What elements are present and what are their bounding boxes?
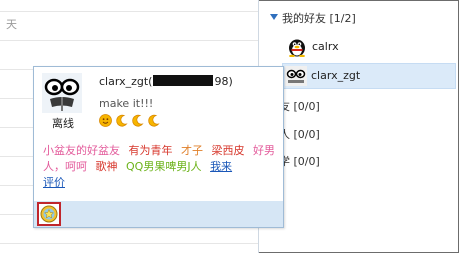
impression-tag[interactable]: QQ男果啤男J人 bbox=[126, 160, 202, 173]
eyes-avatar-icon bbox=[42, 73, 82, 113]
expand-arrow-icon[interactable] bbox=[270, 14, 278, 20]
friend-nickname: clarx_zgt( 98) bbox=[99, 75, 233, 88]
friend-name: calrx bbox=[312, 40, 339, 53]
friend-item-calrx[interactable]: calrx bbox=[284, 35, 454, 59]
penguin-avatar-icon bbox=[289, 39, 305, 57]
eyes-avatar-icon bbox=[285, 66, 307, 86]
moon-level-icon bbox=[116, 114, 128, 127]
card-footer-bar bbox=[34, 201, 283, 227]
moon-level-icon bbox=[132, 114, 144, 127]
chat-item-text[interactable]: 天 bbox=[6, 16, 17, 32]
group-my-friends[interactable]: 我的好友 [1/2] bbox=[282, 10, 356, 26]
nickname-prefix: clarx_zgt( bbox=[99, 75, 153, 88]
sun-level-icon bbox=[99, 114, 112, 127]
friend-signature: make it!!! bbox=[99, 97, 154, 110]
contact-list: 我的好友 [1/2] calrx clarx_zgt 朋友 [0/0] 家人 [… bbox=[264, 0, 459, 253]
nickname-suffix: 98) bbox=[214, 75, 233, 88]
impression-tag[interactable]: 有为青年 bbox=[129, 144, 173, 157]
impression-tag[interactable]: 才子 bbox=[181, 144, 203, 157]
rate-link-tail[interactable]: 评价 bbox=[43, 176, 65, 189]
impression-tag[interactable]: 小盆友的好盆友 bbox=[43, 144, 120, 157]
medal-button[interactable] bbox=[37, 202, 61, 226]
moon-level-icon bbox=[148, 114, 160, 127]
friend-name: clarx_zgt bbox=[311, 69, 361, 82]
list-divider bbox=[0, 40, 258, 41]
friend-profile-card: 离线 clarx_zgt( 98) make it!!! 小盆友的好盆友 有为青年… bbox=[33, 66, 284, 228]
medal-icon bbox=[40, 205, 58, 223]
list-divider bbox=[0, 243, 258, 244]
list-divider bbox=[0, 11, 258, 12]
impression-tag[interactable]: 歌神 bbox=[96, 160, 118, 173]
friend-item-clarx-zgt[interactable]: clarx_zgt bbox=[282, 63, 456, 89]
rate-link[interactable]: 我来 bbox=[210, 160, 232, 173]
friend-impression-tags: 小盆友的好盆友 有为青年 才子 梁西皮 好男人，呵呵 歌神 QQ男果啤男J人 我… bbox=[43, 143, 275, 191]
redacted-qq-number bbox=[153, 75, 214, 86]
offline-status: 离线 bbox=[52, 117, 74, 130]
impression-tag[interactable]: 梁西皮 bbox=[212, 144, 245, 157]
